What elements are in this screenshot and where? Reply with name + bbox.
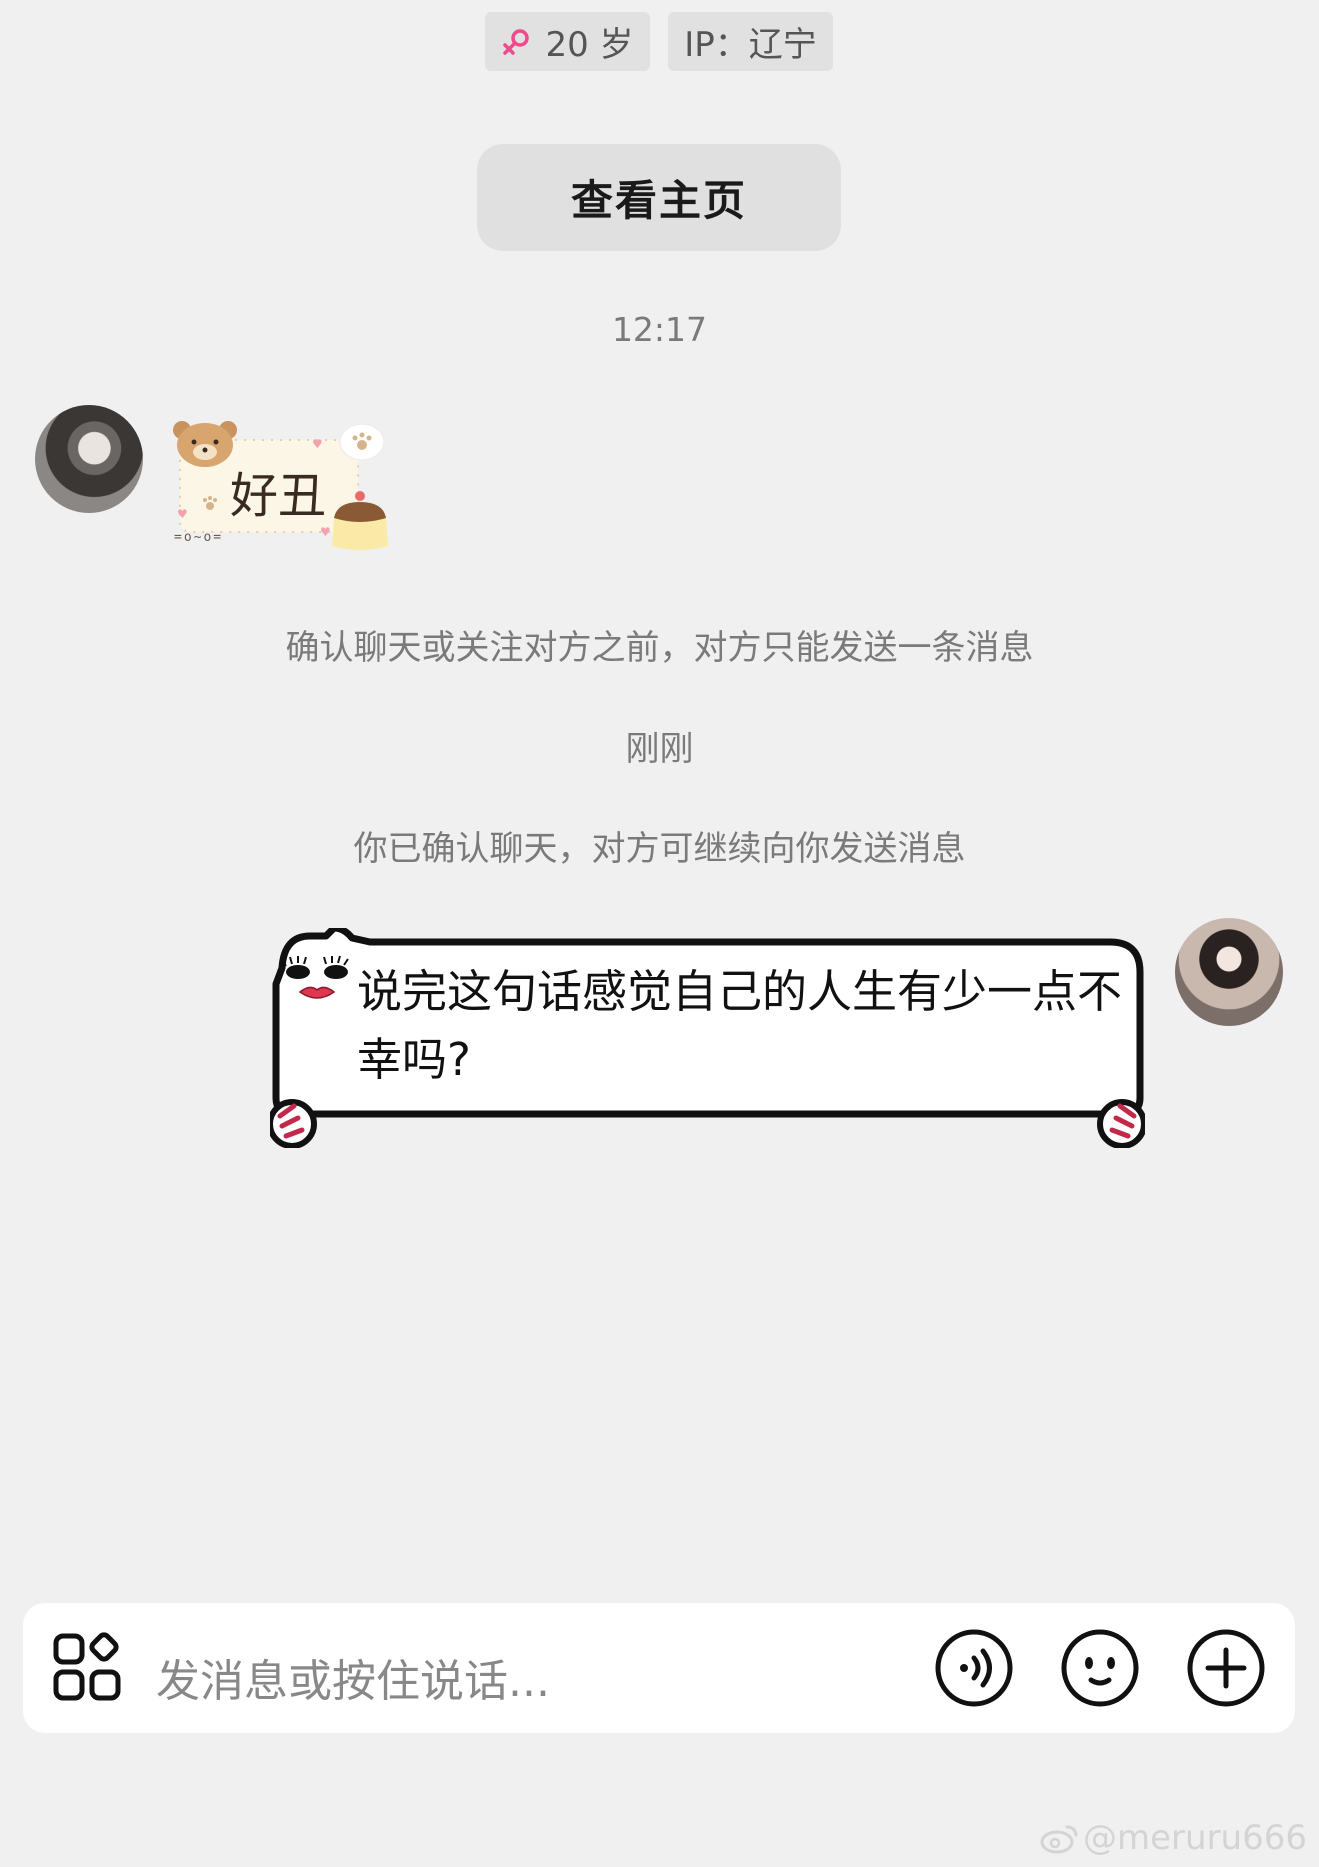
voice-icon[interactable] xyxy=(934,1628,1014,1708)
system-notice: 你已确认聊天，对方可继续向你发送消息 xyxy=(353,829,966,869)
weibo-icon xyxy=(1040,1825,1078,1854)
message-timestamp: 刚刚 xyxy=(625,729,694,769)
age-label: 20 岁 xyxy=(545,25,634,65)
female-icon xyxy=(503,28,530,55)
sender-avatar[interactable] xyxy=(35,405,143,513)
view-profile-label: 查看主页 xyxy=(570,176,747,225)
view-profile-button[interactable]: 查看主页 xyxy=(477,144,841,251)
ip-label: IP：辽宁 xyxy=(684,25,817,65)
ip-chip: IP：辽宁 xyxy=(668,12,833,71)
sticker-text: 好丑 xyxy=(230,468,327,524)
plus-icon[interactable] xyxy=(1186,1628,1266,1708)
message-timestamp: 12:17 xyxy=(611,310,708,349)
svg-text:♥: ♥ xyxy=(320,525,331,539)
watermark-text: @meruru666 xyxy=(1083,1818,1307,1858)
watermark: @meruru666 xyxy=(1039,1818,1307,1858)
svg-text:♥: ♥ xyxy=(312,437,323,451)
sticker-message[interactable]: ♥ ♥ ♥ 好丑 =o~o= xyxy=(172,418,390,553)
emoji-icon[interactable] xyxy=(1060,1628,1140,1708)
apps-icon[interactable] xyxy=(50,1628,130,1708)
sticker-caption: =o~o= xyxy=(174,530,224,545)
system-notice: 确认聊天或关注对方之前，对方只能发送一条消息 xyxy=(285,628,1034,668)
my-avatar[interactable] xyxy=(1175,918,1283,1026)
svg-text:♥: ♥ xyxy=(177,507,188,521)
message-input[interactable]: 发消息或按住说话... xyxy=(156,1645,550,1709)
age-chip: 20 岁 xyxy=(485,12,650,71)
my-message-text: 说完这句话感觉自己的人生有少一点不幸吗? xyxy=(357,965,1123,1086)
